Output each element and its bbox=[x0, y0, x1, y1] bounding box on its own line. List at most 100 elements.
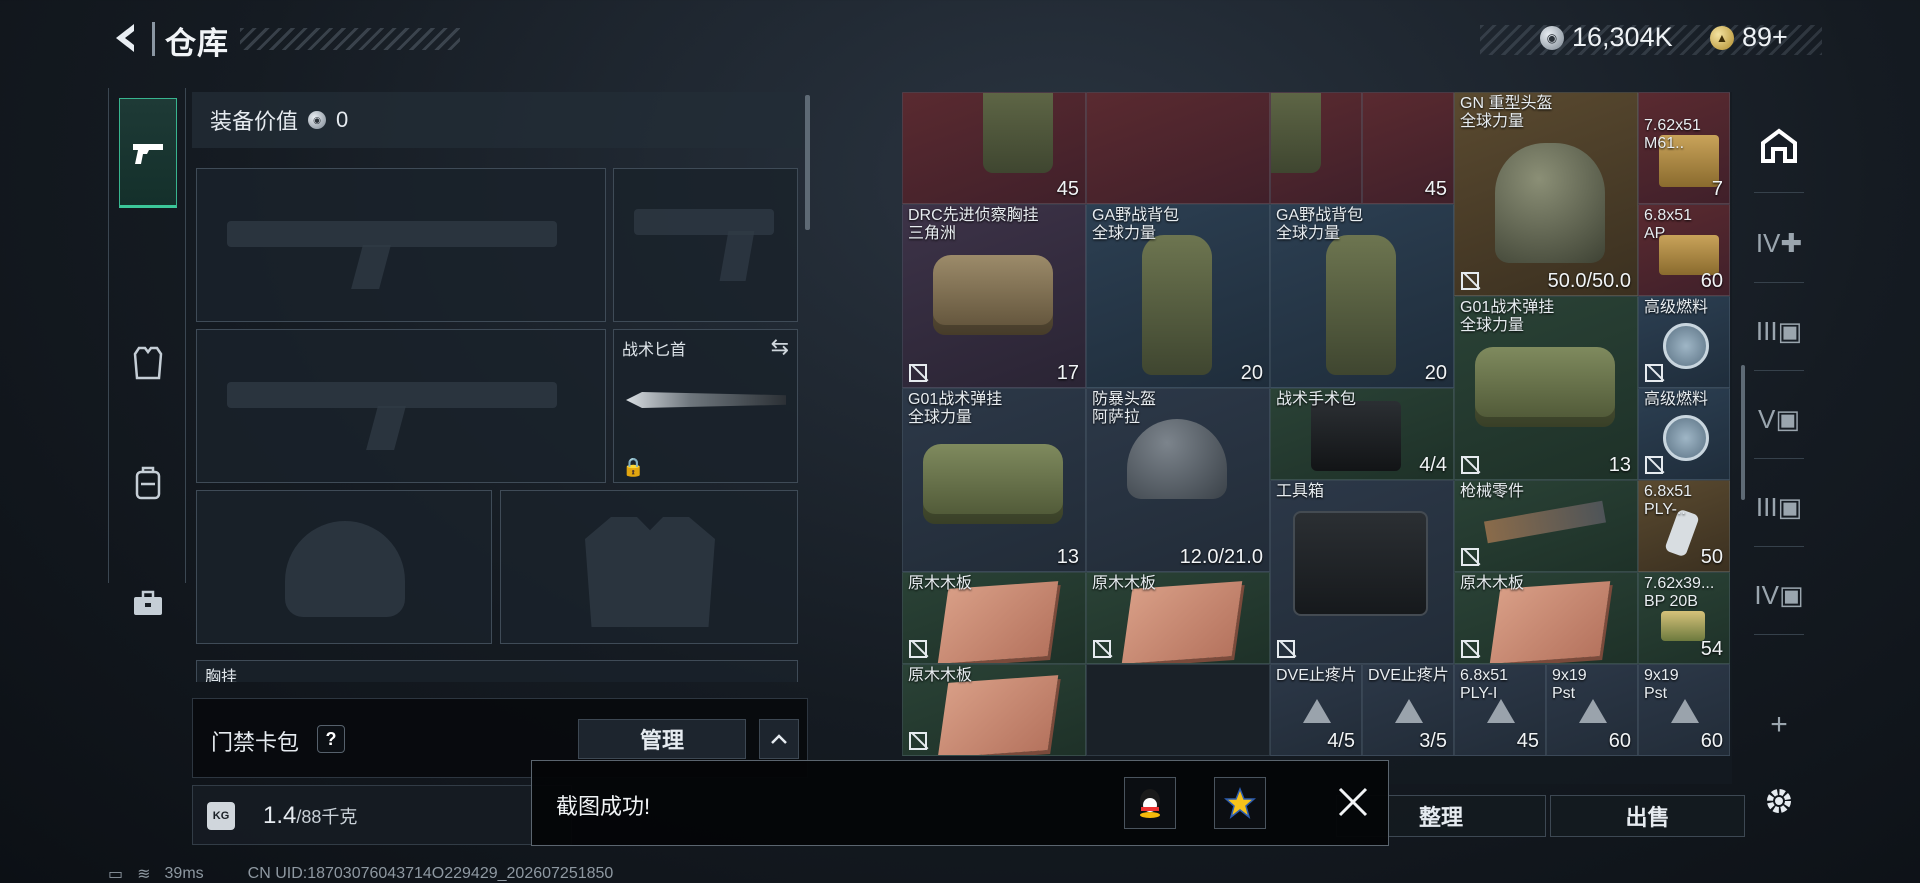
weight-capacity: /88千克 bbox=[296, 807, 358, 827]
stash-item[interactable]: 原木木板 bbox=[902, 664, 1086, 756]
lock-off-icon bbox=[1093, 640, 1111, 658]
loadout-scrollbar[interactable] bbox=[805, 95, 810, 230]
stash-item[interactable]: G01战术弹挂 全球力量 13 bbox=[1454, 296, 1638, 480]
equip-value: 0 bbox=[336, 107, 349, 132]
close-icon[interactable] bbox=[1332, 781, 1374, 823]
qzone-share-icon[interactable] bbox=[1214, 777, 1266, 829]
uid-readout: CN UID:18703076043714O229429_20260725185… bbox=[247, 865, 614, 882]
item-image bbox=[983, 93, 1053, 173]
sell-button[interactable]: 出售 bbox=[1550, 795, 1745, 837]
swap-icon[interactable]: ⇆ bbox=[771, 334, 789, 360]
qq-share-icon[interactable] bbox=[1124, 777, 1176, 829]
item-quantity: 20 bbox=[1424, 362, 1447, 384]
container-iii-icon[interactable]: III ▣ bbox=[1756, 308, 1802, 354]
rifle-mag-silhouette bbox=[366, 406, 406, 450]
stash-item[interactable]: 6.8x51 PLY-I 45 bbox=[1454, 664, 1546, 756]
stash-item[interactable]: 工具箱 bbox=[1270, 480, 1454, 664]
secondary-weapon-slot[interactable] bbox=[196, 329, 606, 483]
item-quantity: 45 bbox=[1516, 730, 1539, 752]
stash-item[interactable]: 6.8x51 PLY-.. 50 bbox=[1638, 480, 1730, 572]
settings-icon[interactable] bbox=[1756, 778, 1802, 824]
lock-off-icon bbox=[909, 732, 927, 750]
item-name: 6.8x51 AP bbox=[1644, 207, 1693, 242]
tab-toolbox[interactable] bbox=[119, 548, 177, 658]
item-name: 9x19 Pst bbox=[1552, 667, 1587, 702]
lock-icon: 🔒 bbox=[622, 457, 645, 477]
item-name: 防暴头盔 阿萨拉 bbox=[1092, 391, 1157, 426]
stash-item[interactable]: GN 重型头盔 全球力量 50.0/50.0 bbox=[1454, 92, 1638, 296]
item-name: 原木木板 bbox=[1460, 575, 1525, 592]
helmet-slot[interactable] bbox=[196, 490, 492, 644]
page-title: 仓库 bbox=[165, 26, 229, 61]
help-icon[interactable]: ? bbox=[317, 725, 345, 753]
rail-divider bbox=[1754, 370, 1804, 371]
pistol-slot[interactable] bbox=[613, 168, 798, 322]
home-icon[interactable] bbox=[1756, 122, 1802, 168]
item-name: GA野战背包 全球力量 bbox=[1276, 207, 1364, 242]
chevron-up-icon[interactable] bbox=[759, 719, 799, 759]
chest-rig-slot[interactable]: 胸挂 bbox=[196, 660, 798, 682]
empty-slot[interactable] bbox=[1086, 664, 1270, 756]
melee-slot[interactable]: 战术匕首 ⇆ 🔒 bbox=[613, 329, 798, 483]
stash-item[interactable]: 45 bbox=[1362, 92, 1454, 204]
ping-readout: 39ms bbox=[164, 865, 204, 882]
stash-item[interactable]: 45 bbox=[902, 92, 1086, 204]
item-quantity: 45 bbox=[1056, 178, 1079, 200]
loadout-tabs bbox=[108, 88, 186, 615]
stash-item[interactable]: DRC先进侦察胸挂 三角洲 17 bbox=[902, 204, 1086, 388]
back-arrow-icon[interactable] bbox=[108, 20, 144, 56]
pill-icon bbox=[1303, 699, 1331, 723]
add-container-button[interactable]: + bbox=[1756, 702, 1802, 748]
rail-divider bbox=[1754, 458, 1804, 459]
container-iv-icon[interactable]: IV ▣ bbox=[1754, 572, 1803, 618]
gold-currency[interactable]: ▲ 89+ bbox=[1710, 22, 1788, 53]
primary-weapon-slot[interactable] bbox=[196, 168, 606, 322]
item-image bbox=[1271, 93, 1321, 173]
stash-item[interactable]: 原木木板 bbox=[1454, 572, 1638, 664]
item-name: 6.8x51 PLY-.. bbox=[1644, 483, 1693, 518]
stash-item[interactable]: 高级燃料 bbox=[1638, 388, 1730, 480]
stash-item[interactable]: DVE止疼片 3/5 bbox=[1362, 664, 1454, 756]
stash-item[interactable]: G01战术弹挂 全球力量 13 bbox=[902, 388, 1086, 572]
item-name: GN 重型头盔 全球力量 bbox=[1460, 95, 1553, 130]
item-image bbox=[1484, 500, 1606, 544]
melee-label: 战术匕首 bbox=[622, 342, 687, 359]
stash-item[interactable]: 防暴头盔 阿萨拉 12.0/21.0 bbox=[1086, 388, 1270, 572]
item-name: 7.62x39... BP 20B bbox=[1644, 575, 1715, 610]
container-iii-icon[interactable]: III ▣ bbox=[1756, 484, 1802, 530]
item-name: DVE止疼片 bbox=[1276, 667, 1357, 684]
stash-item[interactable]: 7.62x51 M61.. 7 bbox=[1638, 92, 1730, 204]
stash-item[interactable]: GA野战背包 全球力量 20 bbox=[1270, 204, 1454, 388]
container-v-icon[interactable]: V ▣ bbox=[1756, 396, 1802, 442]
briefcase-icon bbox=[134, 590, 162, 615]
stash-item[interactable]: 6.8x51 AP 60 bbox=[1638, 204, 1730, 296]
rifle-silhouette-icon bbox=[227, 221, 557, 247]
item-image bbox=[1293, 511, 1428, 616]
status-bar: ▭ ≋ 39ms CN UID:18703076043714O229429_20… bbox=[108, 864, 613, 883]
stash-item[interactable]: 高级燃料 bbox=[1638, 296, 1730, 388]
manage-button[interactable]: 管理 bbox=[578, 719, 746, 759]
item-name: 高级燃料 bbox=[1644, 299, 1709, 316]
stash-item[interactable]: DVE止疼片 4/5 bbox=[1270, 664, 1362, 756]
tab-armor[interactable] bbox=[119, 308, 177, 418]
stash-item[interactable]: GA野战背包 全球力量 20 bbox=[1086, 204, 1270, 388]
chest-rig-label: 胸挂 bbox=[205, 669, 238, 682]
weight-icon: KG bbox=[207, 802, 235, 830]
stash-item[interactable]: 7.62x39... BP 20B 54 bbox=[1638, 572, 1730, 664]
stash-scrollbar[interactable] bbox=[1741, 365, 1745, 500]
stash-item[interactable]: 枪械零件 bbox=[1454, 480, 1638, 572]
stash-item[interactable] bbox=[1086, 92, 1270, 204]
stash-item[interactable]: 原木木板 bbox=[1086, 572, 1270, 664]
lock-off-icon bbox=[1461, 272, 1479, 290]
stash-item[interactable]: 原木木板 bbox=[902, 572, 1086, 664]
armor-slot[interactable] bbox=[500, 490, 798, 644]
stash-item[interactable]: 9x19 Pst 60 bbox=[1638, 664, 1730, 756]
tab-backpack[interactable] bbox=[119, 428, 177, 538]
stash-item[interactable] bbox=[1270, 92, 1362, 204]
item-name: DRC先进侦察胸挂 三角洲 bbox=[908, 207, 1039, 242]
knife-image bbox=[626, 392, 786, 408]
stash-item[interactable]: 9x19 Pst 60 bbox=[1546, 664, 1638, 756]
stash-item[interactable]: 战术手术包 4/4 bbox=[1270, 388, 1454, 480]
container-iv-add-icon[interactable]: IV ✚ bbox=[1756, 220, 1802, 266]
tab-weapons[interactable] bbox=[119, 98, 177, 208]
